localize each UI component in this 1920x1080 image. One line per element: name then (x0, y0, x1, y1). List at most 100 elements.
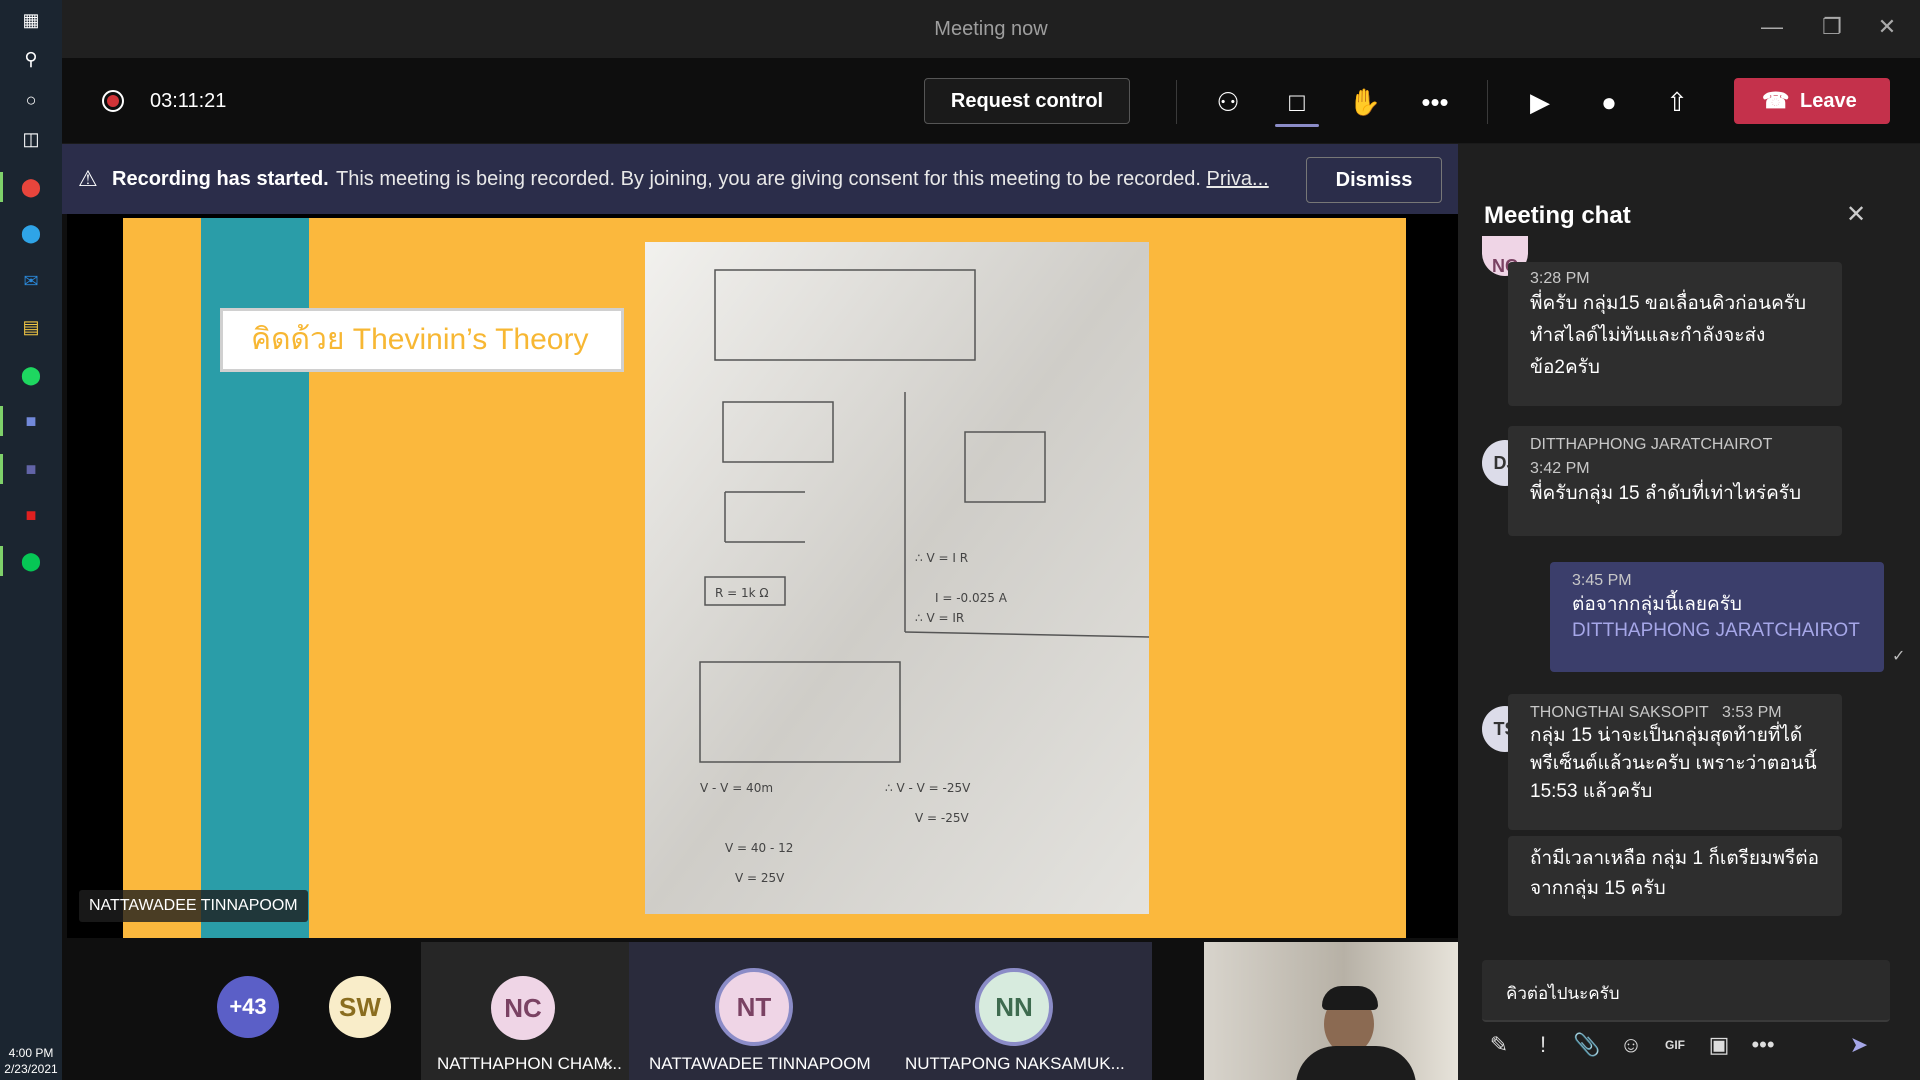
chat-title: Meeting chat (1484, 202, 1631, 229)
chat-icon[interactable]: □ (1279, 84, 1315, 120)
close-window-icon[interactable]: ✕ (1872, 14, 1902, 44)
banner-text: This meeting is being recorded. By joini… (336, 168, 1201, 190)
chat-message[interactable]: DITTHAPHONG JARATCHAIROT 3:42 PM พี่ครับ… (1508, 426, 1842, 536)
close-chat-icon[interactable]: ✕ (1846, 200, 1866, 229)
my-chat-message[interactable]: 3:45 PM ต่อจากกลุ่มนี้เลยครับ DITTHAPHON… (1550, 562, 1884, 672)
compose-text: คิวต่อไปนะครับ (1506, 984, 1620, 1003)
banner-message: This meeting is being recorded. By joini… (336, 168, 1269, 191)
format-icon[interactable]: ✎ (1484, 1030, 1514, 1060)
camera-icon[interactable]: ▶ (1522, 84, 1558, 120)
taskbar-clock[interactable]: 4:00 PM 2/23/2021 (0, 1045, 62, 1077)
windows-icon[interactable]: ▦ (16, 5, 46, 35)
restore-icon[interactable]: ❐ (1817, 14, 1847, 44)
message-mention[interactable]: DITTHAPHONG JARATCHAIROT (1572, 620, 1862, 642)
recording-icon (102, 90, 124, 112)
presentation-slide: คิดด้วย Thevinin’s Theory ∴ V = I R I = … (123, 218, 1406, 938)
chat-compose-box[interactable]: คิวต่อไปนะครับ (1482, 960, 1890, 1022)
share-screen-icon[interactable]: ⇧ (1659, 84, 1695, 120)
privacy-link[interactable]: Priva... (1206, 168, 1268, 190)
acrobat-icon[interactable]: ■ (16, 500, 46, 530)
svg-text:V = 40 - 12: V = 40 - 12 (725, 841, 793, 855)
leave-label: Leave (1800, 90, 1857, 112)
spotify-icon[interactable]: ⬤ (16, 360, 46, 390)
file-explorer-icon[interactable]: ▤ (16, 312, 46, 342)
participant-avatar-nn: NN (975, 968, 1053, 1046)
message-text: พี่ครับกลุ่ม 15 ลำดับที่เท่าไหร่ครับ (1530, 483, 1802, 504)
send-icon[interactable]: ➤ (1844, 1030, 1874, 1060)
participant-avatar-sw[interactable]: SW (329, 976, 391, 1038)
task-view-icon[interactable]: ◫ (16, 124, 46, 154)
banner-title: Recording has started. (112, 168, 329, 190)
message-text: กลุ่ม 15 น่าจะเป็นกลุ่มสุดท้ายที่ได้พรีเ… (1530, 725, 1817, 802)
participant-tile-nc[interactable]: NC NATTHAPHON CHAM... ⨯ (421, 942, 629, 1080)
emoji-icon[interactable]: ☺ (1616, 1030, 1646, 1060)
handwritten-circuit-photo: ∴ V = I R I = -0.025 A ∴ V = IR V - V = … (645, 242, 1149, 914)
more-participants-badge[interactable]: +43 (217, 976, 279, 1038)
microphone-icon[interactable]: ● (1591, 84, 1627, 120)
cortana-icon[interactable]: ○ (16, 85, 46, 115)
svg-text:∴ V = IR: ∴ V = IR (915, 611, 964, 625)
message-text: ถ้ามีเวลาเหลือ กลุ่ม 1 ก็เตรียมพรีต่อจาก… (1530, 848, 1819, 899)
message-author: DITTHAPHONG JARATCHAIROT (1530, 436, 1773, 453)
clock-date: 2/23/2021 (4, 1062, 58, 1076)
slide-title: คิดด้วย Thevinin’s Theory (220, 308, 624, 372)
request-control-button[interactable]: Request control (924, 78, 1130, 124)
windows-taskbar: ▦ ⚲ ○ ◫ ⬤ ⬤ ✉ ▤ ⬤ ■ ■ ■ ⬤ 4:00 PM 2/23/2… (0, 0, 62, 1080)
participant-strip: +43 SW NC NATTHAPHON CHAM... ⨯ NT NATTAW… (67, 942, 1458, 1080)
gif-icon[interactable]: GIF (1660, 1030, 1690, 1060)
chat-message[interactable]: THONGTHAI SAKSOPIT 3:53 PM กลุ่ม 15 น่าจ… (1508, 694, 1842, 830)
dismiss-button[interactable]: Dismiss (1306, 157, 1442, 203)
search-icon[interactable]: ⚲ (16, 44, 46, 74)
circuit-sketch: ∴ V = I R I = -0.025 A ∴ V = IR V - V = … (645, 242, 1149, 914)
important-icon[interactable]: ! (1528, 1030, 1558, 1060)
participant-name: NUTTAPONG NAKSAMUK... (905, 1054, 1125, 1073)
participants-icon[interactable]: ⚇ (1210, 84, 1246, 120)
svg-text:R = 1k Ω: R = 1k Ω (715, 586, 769, 600)
leave-button[interactable]: ☎ Leave (1734, 78, 1890, 124)
title-bar: Meeting now — ❐ ✕ (62, 0, 1920, 58)
meeting-toolbar: 03:11:21 Request control ⚇ □ ✋ ••• ▶ ● ⇧… (62, 58, 1920, 144)
teams-icon[interactable]: ■ (16, 454, 46, 484)
message-text: ต่อจากกลุ่มนี้เลยครับ (1572, 594, 1742, 615)
svg-text:I = -0.025 A: I = -0.025 A (935, 591, 1008, 605)
raise-hand-icon[interactable]: ✋ (1347, 84, 1383, 120)
svg-text:V = -25V: V = -25V (915, 811, 969, 825)
chat-message[interactable]: 3:28 PM พี่ครับ กลุ่ม15 ขอเลื่อนคิวก่อนค… (1508, 262, 1842, 406)
chat-message[interactable]: ถ้ามีเวลาเหลือ กลุ่ม 1 ก็เตรียมพรีต่อจาก… (1508, 836, 1842, 916)
message-time: 3:45 PM (1572, 572, 1632, 589)
meeting-chat-panel: Meeting chat ✕ NC 3:28 PM พี่ครับ กลุ่ม1… (1458, 144, 1920, 1080)
chat-active-indicator (1275, 124, 1319, 127)
svg-text:V - V = 40m: V - V = 40m (700, 781, 773, 795)
discord-icon[interactable]: ■ (16, 406, 46, 436)
svg-text:∴ V - V = -25V: ∴ V - V = -25V (885, 781, 971, 795)
participant-tile-nn[interactable]: NN NUTTAPONG NAKSAMUK... (889, 942, 1152, 1080)
participant-tile-nt[interactable]: NT NATTAWADEE TINNAPOOM (629, 942, 889, 1080)
clock-time: 4:00 PM (8, 1046, 54, 1060)
participant-avatar-nt: NT (715, 968, 793, 1046)
participant-avatar-nc: NC (491, 976, 555, 1040)
chrome-icon[interactable]: ⬤ (16, 172, 46, 202)
meeting-timer: 03:11:21 (150, 90, 227, 112)
read-receipt-icon: ✓ (1892, 648, 1906, 665)
mail-icon[interactable]: ✉ (16, 266, 46, 296)
self-video-preview[interactable] (1204, 942, 1458, 1080)
message-author: THONGTHAI SAKSOPIT (1530, 704, 1709, 721)
minimize-icon[interactable]: — (1757, 14, 1787, 44)
svg-text:V = 25V: V = 25V (735, 871, 785, 885)
message-time: 3:42 PM (1530, 460, 1590, 477)
participant-name: NATTHAPHON CHAM... (437, 1054, 622, 1073)
message-time: 3:28 PM (1530, 270, 1590, 287)
edge-icon[interactable]: ⬤ (16, 218, 46, 248)
attach-icon[interactable]: 📎 (1572, 1030, 1602, 1060)
window-title: Meeting now (934, 18, 1048, 40)
participant-name: NATTAWADEE TINNAPOOM (649, 1054, 871, 1073)
phone-hangup-icon: ☎ (1762, 88, 1790, 113)
sticker-icon[interactable]: ▣ (1704, 1030, 1734, 1060)
line-icon[interactable]: ⬤ (16, 546, 46, 576)
more-compose-options-icon[interactable]: ••• (1748, 1030, 1778, 1060)
teams-meeting-window: Meeting now — ❐ ✕ 03:11:21 Request contr… (62, 0, 1920, 1080)
more-options-icon[interactable]: ••• (1417, 84, 1453, 120)
svg-text:∴ V = I R: ∴ V = I R (915, 551, 968, 565)
shared-screen: คิดด้วย Thevinin’s Theory ∴ V = I R I = … (67, 214, 1458, 938)
muted-mic-icon: ⨯ (601, 1056, 615, 1073)
